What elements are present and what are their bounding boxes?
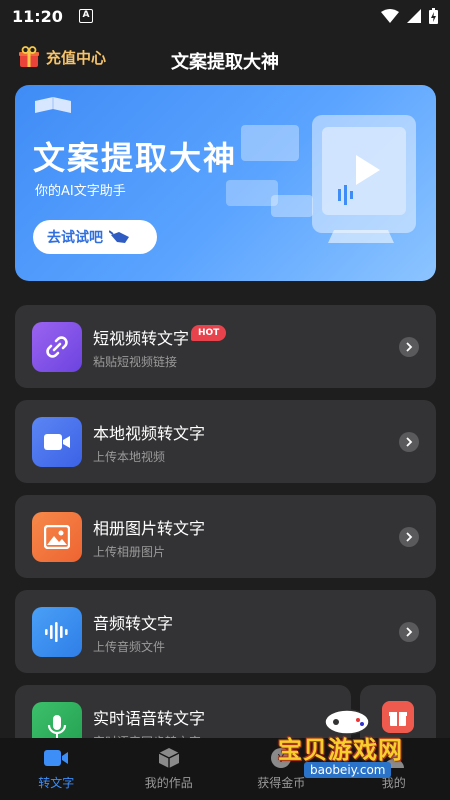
tab-my-works[interactable]: 我的作品 xyxy=(113,738,226,800)
chevron-right-icon xyxy=(399,527,419,547)
banner-subtitle: 你的AI文字助手 xyxy=(35,184,126,199)
feature-card-short-video[interactable]: 短视频转文字 HOT 粘贴短视频链接 xyxy=(15,305,436,388)
notification-icon: A xyxy=(78,9,93,23)
signal-icon xyxy=(407,9,421,23)
link-icon xyxy=(32,322,82,372)
tab-label: 转文字 xyxy=(38,776,75,790)
try-it-button[interactable]: 去试试吧 xyxy=(33,220,157,254)
coin-icon: ¥ xyxy=(271,748,292,768)
feature-title: 本地视频转文字 xyxy=(93,424,206,443)
tab-label: 我的作品 xyxy=(144,776,193,790)
wifi-icon xyxy=(381,9,399,23)
hot-badge: HOT xyxy=(191,325,227,341)
feature-subtitle: 粘贴短视频链接 xyxy=(93,355,178,369)
battery-icon xyxy=(429,8,438,24)
feature-subtitle: 上传音频文件 xyxy=(93,640,166,654)
book-icon xyxy=(35,97,71,113)
feature-title: 实时语音转文字 xyxy=(93,709,206,728)
gift-bag-icon xyxy=(19,46,39,67)
chevron-right-icon xyxy=(399,622,419,642)
status-icons xyxy=(381,8,438,24)
status-time: 11:20 xyxy=(12,6,63,26)
tab-label: 我的 xyxy=(381,776,406,790)
status-bar: 11:20 A xyxy=(0,0,450,32)
feature-title: 音频转文字 xyxy=(93,614,174,633)
svg-text:¥: ¥ xyxy=(278,752,285,765)
feature-title: 相册图片转文字 xyxy=(93,519,206,538)
pointer-hand-icon xyxy=(109,230,129,243)
promo-banner[interactable]: 文案提取大神 你的AI文字助手 去试试吧 xyxy=(15,85,436,281)
chevron-right-icon xyxy=(399,337,419,357)
video-tab-icon xyxy=(44,750,69,766)
try-it-label: 去试试吧 xyxy=(47,230,103,246)
box-icon xyxy=(158,748,180,768)
video-camera-icon xyxy=(32,417,82,467)
feature-card-local-video[interactable]: 本地视频转文字 上传本地视频 xyxy=(15,400,436,483)
tab-convert-text[interactable]: 转文字 xyxy=(0,738,113,800)
tab-profile[interactable]: 我的 xyxy=(338,738,450,800)
banner-title: 文案提取大神 xyxy=(33,139,238,177)
audio-wave-icon xyxy=(32,607,82,657)
feature-subtitle: 上传本地视频 xyxy=(93,450,166,464)
feature-card-album-image[interactable]: 相册图片转文字 上传相册图片 xyxy=(15,495,436,578)
tab-label: 获得金币 xyxy=(257,776,306,790)
recharge-label: 充值中心 xyxy=(46,48,107,67)
feature-card-audio[interactable]: 音频转文字 上传音频文件 xyxy=(15,590,436,673)
user-icon xyxy=(383,749,404,768)
monitor-illustration xyxy=(226,115,416,243)
tab-earn-coins[interactable]: ¥ 获得金币 xyxy=(225,738,338,800)
gift-icon xyxy=(382,701,414,733)
app-header: 充值中心 文案提取大神 xyxy=(0,40,450,76)
bottom-tab-bar: 转文字 我的作品 ¥ 获得金币 我的 xyxy=(0,738,450,800)
recharge-button[interactable]: 充值中心 xyxy=(18,46,106,68)
image-icon xyxy=(32,512,82,562)
chevron-right-icon xyxy=(399,432,419,452)
feature-subtitle: 上传相册图片 xyxy=(93,545,166,559)
feature-title: 短视频转文字 xyxy=(93,329,190,348)
